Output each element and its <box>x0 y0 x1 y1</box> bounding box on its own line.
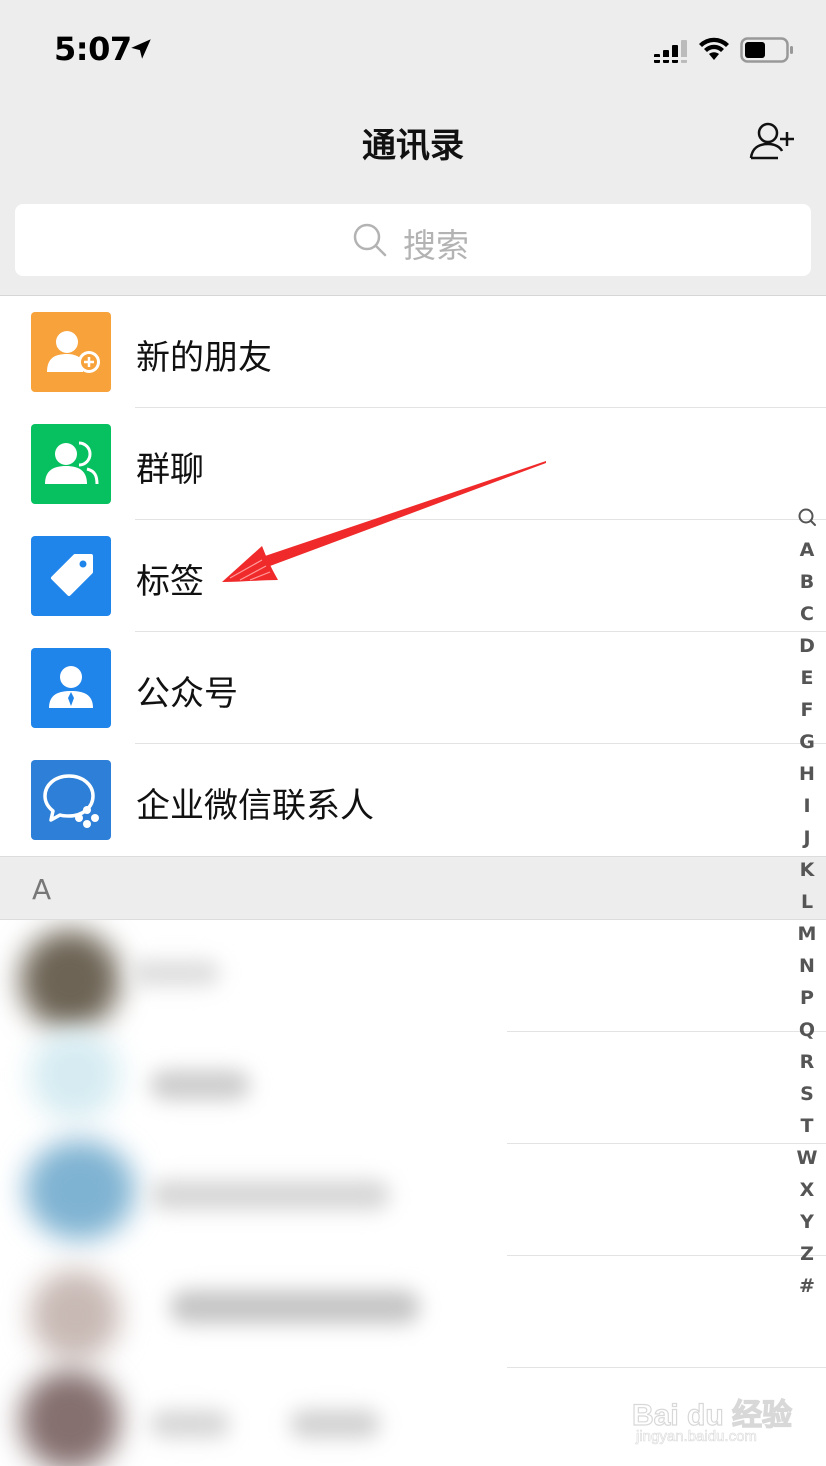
index-letter[interactable]: B <box>794 566 820 598</box>
index-letter[interactable]: A <box>794 534 820 566</box>
alphabet-index[interactable]: A B C D E F G H I J K L M N P Q R S T W … <box>794 502 820 1302</box>
contact-name <box>150 1180 390 1210</box>
index-letter[interactable]: F <box>794 694 820 726</box>
menu-item-group-chats[interactable]: 群聊 <box>0 408 826 520</box>
menu-item-new-friends[interactable]: 新的朋友 <box>0 296 826 408</box>
cellular-signal-icon <box>654 40 687 63</box>
index-letter[interactable]: R <box>794 1046 820 1078</box>
index-letter[interactable]: Y <box>794 1206 820 1238</box>
wecom-contacts-icon <box>31 760 111 840</box>
avatar <box>30 1030 120 1120</box>
index-letter[interactable]: C <box>794 598 820 630</box>
divider <box>507 1367 826 1368</box>
battery-icon <box>740 37 793 63</box>
avatar <box>30 1270 120 1360</box>
index-letter[interactable]: G <box>794 726 820 758</box>
index-letter[interactable]: M <box>794 918 820 950</box>
search-placeholder: 搜索 <box>403 226 469 265</box>
section-letter: A <box>32 873 52 906</box>
menu-item-tags[interactable]: 标签 <box>0 520 826 632</box>
avatar <box>20 1370 120 1466</box>
page-title: 通讯录 <box>362 126 464 166</box>
index-letter[interactable]: K <box>794 854 820 886</box>
status-time: 5:07 <box>54 30 132 68</box>
menu-label: 群聊 <box>136 450 204 490</box>
index-letter[interactable]: P <box>794 982 820 1014</box>
tag-icon <box>31 536 111 616</box>
search-icon <box>353 223 387 257</box>
watermark-sub: jingyan.baidu.com <box>636 1428 758 1446</box>
index-letter[interactable]: D <box>794 630 820 662</box>
avatar <box>20 930 120 1030</box>
index-letter[interactable]: L <box>794 886 820 918</box>
index-letter[interactable]: E <box>794 662 820 694</box>
divider <box>507 1143 826 1144</box>
new-friend-icon <box>31 312 111 392</box>
menu-label: 公众号 <box>136 674 238 714</box>
index-letter[interactable]: J <box>794 822 820 854</box>
divider <box>507 1031 826 1032</box>
index-letter[interactable]: S <box>794 1078 820 1110</box>
wifi-icon <box>699 37 729 60</box>
divider <box>507 1255 826 1256</box>
menu-label: 标签 <box>136 562 204 602</box>
index-letter[interactable]: H <box>794 758 820 790</box>
index-letter[interactable]: Z <box>794 1238 820 1270</box>
index-letter[interactable]: W <box>794 1142 820 1174</box>
official-account-icon <box>31 648 111 728</box>
add-contact-icon[interactable] <box>748 120 796 162</box>
index-letter[interactable]: T <box>794 1110 820 1142</box>
group-chat-icon <box>31 424 111 504</box>
index-search-icon[interactable] <box>794 502 820 534</box>
menu-item-official-accounts[interactable]: 公众号 <box>0 632 826 744</box>
index-letter[interactable]: Q <box>794 1014 820 1046</box>
contact-name <box>170 1290 420 1324</box>
contact-name <box>290 1410 380 1438</box>
contact-name <box>150 1410 230 1438</box>
index-letter[interactable]: N <box>794 950 820 982</box>
baidu-jingyan-watermark: Bai du 经验 jingyan.baidu.com <box>631 1380 792 1450</box>
avatar <box>25 1140 135 1240</box>
status-bar: 5:07 <box>0 0 826 96</box>
menu-label: 企业微信联系人 <box>136 786 374 826</box>
menu-label: 新的朋友 <box>136 338 272 378</box>
contact-name <box>150 1070 250 1100</box>
index-letter[interactable]: I <box>794 790 820 822</box>
contact-name <box>130 960 220 986</box>
section-header: A <box>0 856 826 920</box>
menu-item-wecom-contacts[interactable]: 企业微信联系人 <box>0 744 826 856</box>
location-arrow-icon <box>131 39 151 59</box>
index-letter[interactable]: X <box>794 1174 820 1206</box>
index-letter[interactable]: # <box>794 1270 820 1302</box>
